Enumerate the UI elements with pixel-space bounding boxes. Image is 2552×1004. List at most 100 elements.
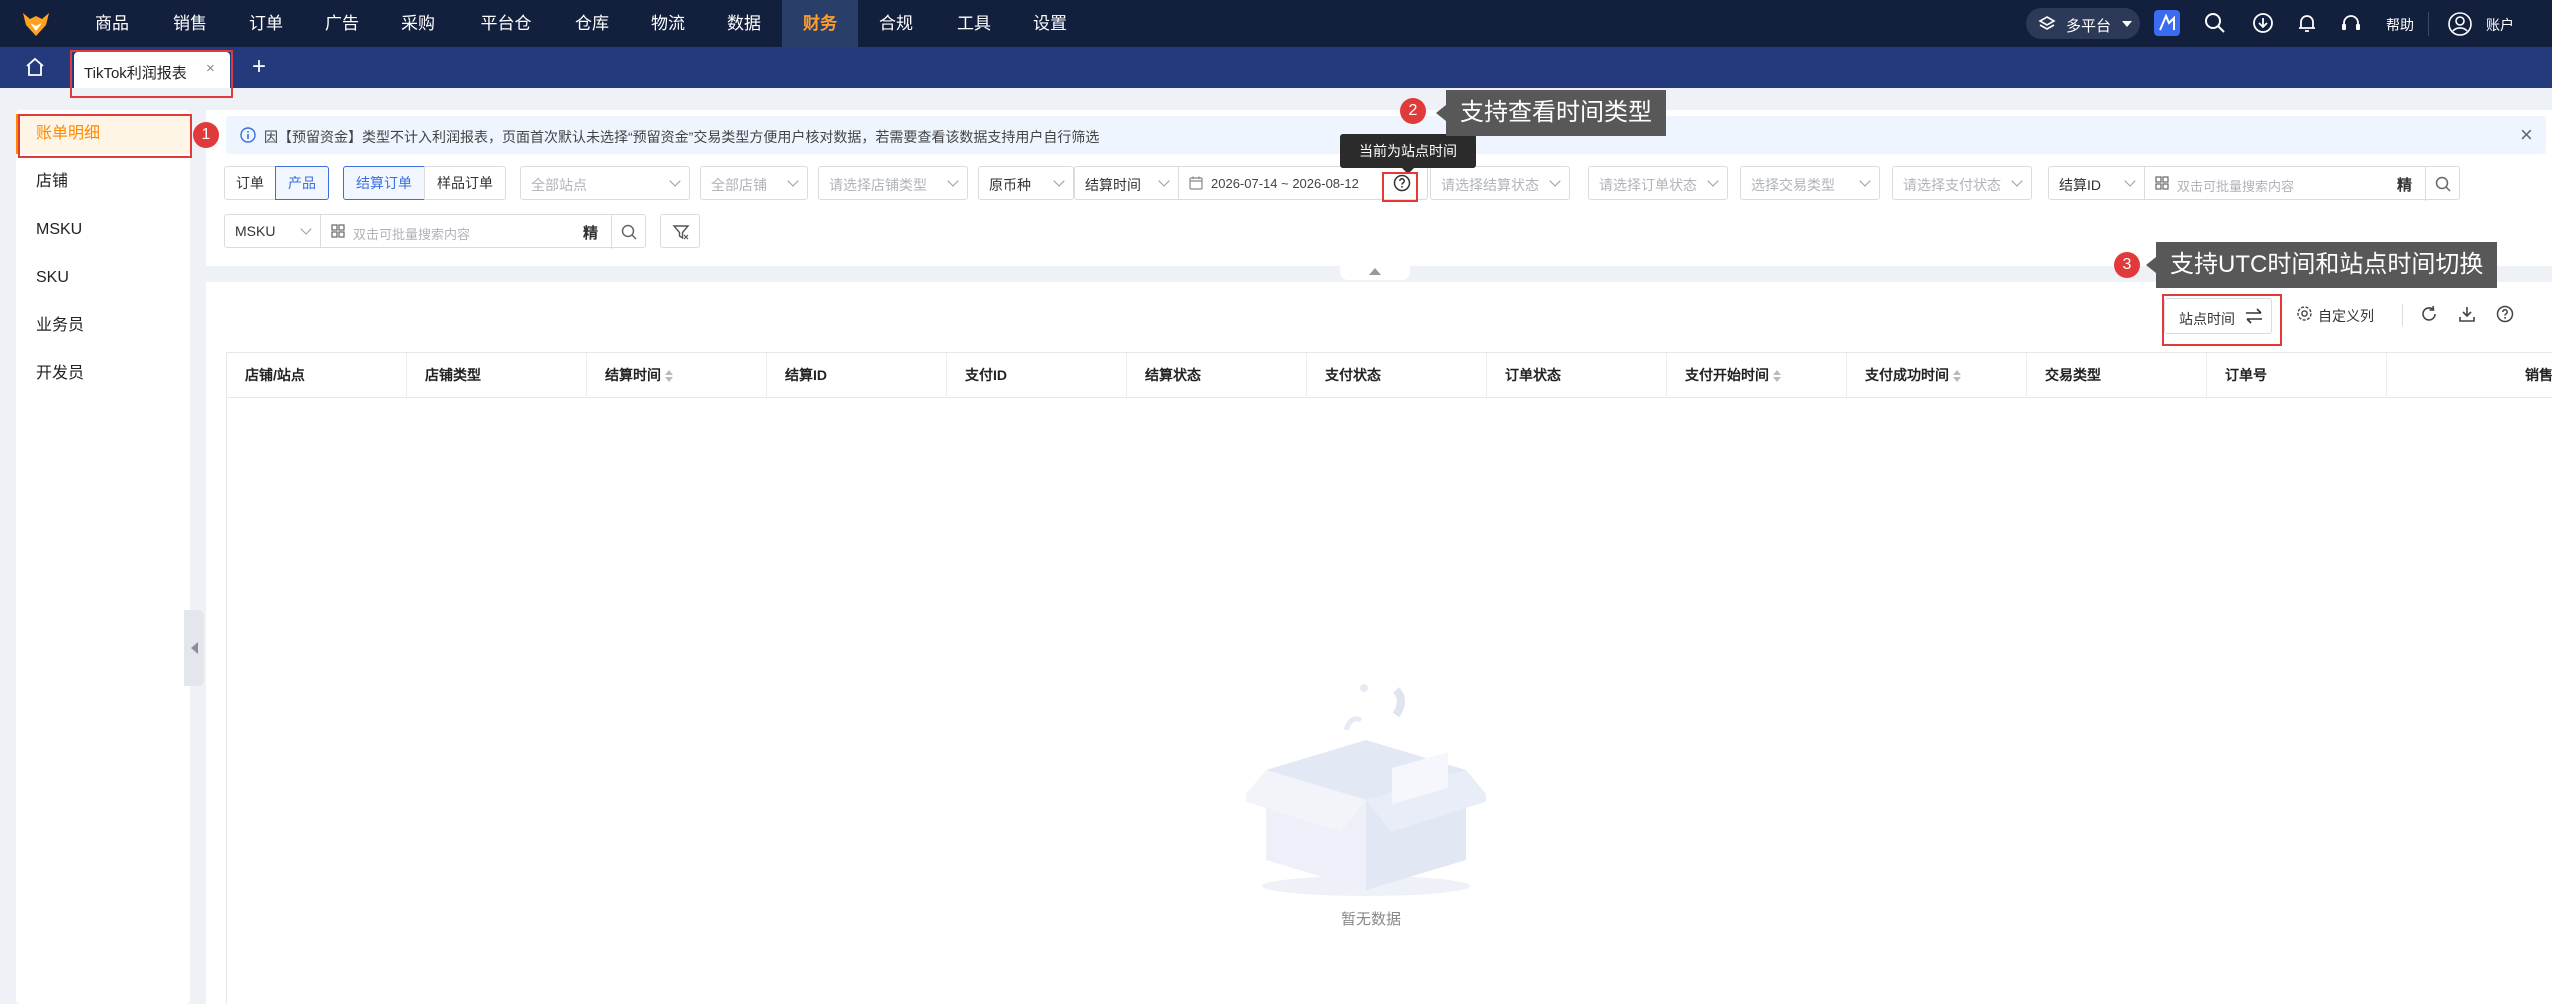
top-navigation-bar: 商品 销售 订单 广告 采购 平台仓 仓库 物流 数据 财务 合规 工具 设置 … [0,0,2552,47]
chevron-down-icon [947,175,959,187]
nav-item-settings[interactable]: 设置 [1018,0,1082,47]
ai-assistant-icon[interactable] [2154,10,2180,36]
column-header-shop-type[interactable]: 店铺类型 [407,353,587,397]
nav-item-purchasing[interactable]: 采购 [386,0,450,47]
time-type-select[interactable]: 结算时间 [1075,167,1179,199]
search-group-msku: MSKU 双击可批量搜索内容 精 [224,214,646,249]
headset-icon[interactable] [2340,12,2362,34]
search-input[interactable]: 双击可批量搜索内容 [353,224,470,243]
tab-close-icon[interactable]: × [206,60,215,77]
search-input[interactable]: 双击可批量搜索内容 [2177,176,2294,195]
chevron-down-icon [2124,175,2136,187]
column-header-pay-success-time[interactable]: 支付成功时间 [1847,353,2027,397]
export-download-icon[interactable] [2458,305,2476,323]
platform-switcher[interactable]: 多平台 [2026,8,2140,39]
column-header-shop-site[interactable]: 店铺/站点 [227,353,407,397]
site-time-toggle-button[interactable]: 站点时间 [2164,298,2272,334]
add-tab-button[interactable]: + [252,55,266,79]
help-link[interactable]: 帮助 [2386,15,2414,35]
currency-select[interactable]: 原币种 [978,166,1074,200]
search-group-settle-id: 结算ID 双击可批量搜索内容 精 [2048,166,2460,201]
column-header-transaction-type[interactable]: 交易类型 [2027,353,2207,397]
time-help-icon[interactable] [1393,174,1411,192]
nav-item-tools[interactable]: 工具 [942,0,1006,47]
home-tab[interactable] [0,47,68,88]
refresh-icon[interactable] [2420,305,2438,323]
batch-grid-icon[interactable] [2155,176,2169,190]
home-icon [26,57,44,76]
tab-tiktok-profit-report[interactable]: TikTok利润报表 × [74,52,230,88]
brand-logo-icon[interactable] [22,11,50,37]
search-button[interactable] [2425,167,2459,201]
pay-status-select[interactable]: 请选择支付状态 [1892,166,2032,200]
time-type-tooltip: 当前为站点时间 [1340,134,1476,174]
search-field-select[interactable]: 结算ID [2049,167,2145,199]
column-header-settle-status[interactable]: 结算状态 [1127,353,1307,397]
column-header-pay-start-time[interactable]: 支付开始时间 [1667,353,1847,397]
search-field-select[interactable]: MSKU [225,215,321,247]
nav-item-sales[interactable]: 销售 [158,0,222,47]
date-range-input[interactable]: 2026-07-14 ~ 2026-08-12 [1211,176,1359,191]
sidebar-item-msku[interactable]: MSKU [16,210,190,250]
sidebar-item-sku[interactable]: SKU [16,258,190,298]
annotation-callout-time-type: 支持查看时间类型 [1436,90,1666,136]
download-center-icon[interactable] [2252,12,2274,34]
dim-tab-order[interactable]: 订单 [224,166,276,200]
user-avatar-icon[interactable] [2448,12,2472,36]
search-icon[interactable] [2204,12,2226,34]
site-select[interactable]: 全部站点 [520,166,690,200]
filter-funnel-icon [672,223,690,241]
time-range-group: 结算时间 2026-07-14 ~ 2026-08-12 [1074,166,1428,200]
order-tab-settled[interactable]: 结算订单 [343,166,425,200]
sidebar-item-shop[interactable]: 店铺 [16,162,190,202]
nav-item-finance[interactable]: 财务 [782,0,858,47]
order-tab-sample[interactable]: 样品订单 [424,166,506,200]
settle-status-select[interactable]: 请选择结算状态 [1430,166,1570,200]
site-time-label: 站点时间 [2179,311,2235,327]
notice-text: 因【预留资金】类型不计入利润报表，页面首次默认未选择“预留资金”交易类型方便用户… [264,129,1100,145]
nav-item-orders[interactable]: 订单 [234,0,298,47]
annotation-badge-1: 1 [193,122,219,148]
chevron-down-icon [1859,175,1871,187]
column-header-pay-id[interactable]: 支付ID [947,353,1127,397]
dim-tab-product[interactable]: 产品 [275,166,329,200]
notice-close-icon[interactable]: × [2520,122,2533,148]
column-header-sales[interactable]: 销售 [2387,353,2552,397]
sidebar-collapse-handle[interactable] [184,610,204,686]
transaction-type-select[interactable]: 选择交易类型 [1740,166,1880,200]
chevron-down-icon [1549,175,1561,187]
exact-match-toggle[interactable]: 精 [583,222,598,243]
nav-item-logistics[interactable]: 物流 [636,0,700,47]
sidebar-item-salesperson[interactable]: 业务员 [16,306,190,346]
sort-icon[interactable] [1773,370,1781,383]
nav-item-warehouse[interactable]: 仓库 [560,0,624,47]
sort-icon[interactable] [665,370,673,383]
account-menu[interactable]: 账户 [2486,15,2514,35]
nav-item-ads[interactable]: 广告 [310,0,374,47]
nav-item-products[interactable]: 商品 [80,0,144,47]
column-header-settle-time[interactable]: 结算时间 [587,353,767,397]
sidebar-item-bill-details[interactable]: 账单明细 [16,114,190,154]
bell-icon[interactable] [2296,12,2318,34]
batch-grid-icon[interactable] [331,224,345,238]
sort-icon[interactable] [1953,370,1961,383]
advanced-filter-button[interactable] [660,214,700,248]
column-header-order-status[interactable]: 订单状态 [1487,353,1667,397]
sidebar-item-developer[interactable]: 开发员 [16,354,190,394]
shop-type-select[interactable]: 请选择店铺类型 [818,166,968,200]
filter-collapse-toggle[interactable] [1340,266,1410,280]
order-status-select[interactable]: 请选择订单状态 [1588,166,1728,200]
chevron-down-icon [1158,175,1170,187]
nav-item-platform-warehouse[interactable]: 平台仓 [466,0,546,47]
nav-item-data[interactable]: 数据 [712,0,776,47]
exact-match-toggle[interactable]: 精 [2397,174,2412,195]
column-header-settle-id[interactable]: 结算ID [767,353,947,397]
shop-select[interactable]: 全部店铺 [700,166,808,200]
column-header-order-no[interactable]: 订单号 [2207,353,2387,397]
help-circle-icon[interactable] [2496,305,2514,323]
search-button[interactable] [611,215,645,249]
nav-item-compliance[interactable]: 合规 [864,0,928,47]
calendar-icon [1189,176,1203,190]
custom-columns-label: 自定义列 [2318,308,2374,324]
column-header-pay-status[interactable]: 支付状态 [1307,353,1487,397]
